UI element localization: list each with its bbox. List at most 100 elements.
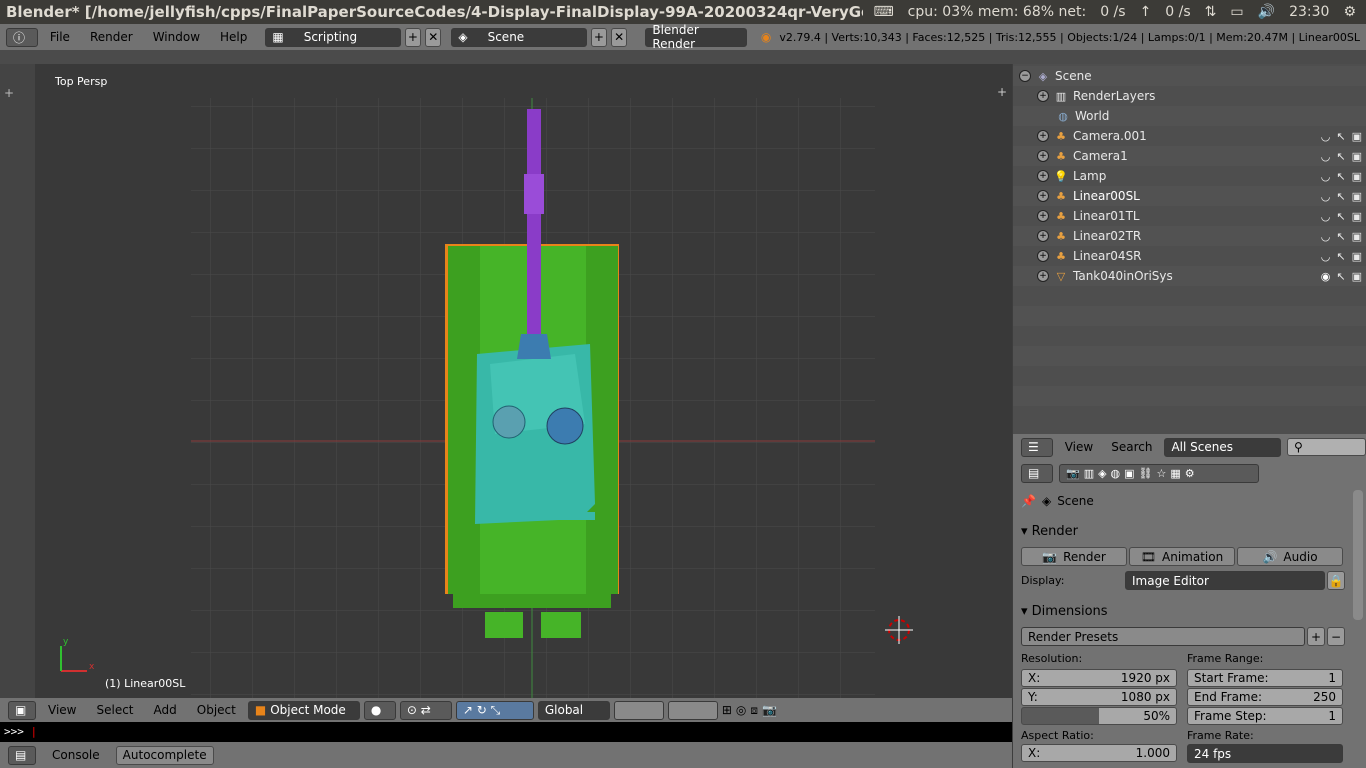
- add-preset-button[interactable]: +: [1307, 627, 1325, 646]
- outliner-item-linear00sl[interactable]: + ♣ Linear00SL ◡ ↖ ▣: [1013, 186, 1366, 206]
- render-icon[interactable]: ▣: [1352, 230, 1362, 243]
- snap-icon[interactable]: ⧈: [750, 703, 758, 718]
- layer-grid-1[interactable]: [613, 700, 664, 720]
- outliner-search-input[interactable]: ⚲: [1286, 438, 1366, 456]
- frame-rate-select[interactable]: 24 fps: [1187, 744, 1343, 763]
- shading-select[interactable]: ●: [363, 700, 396, 720]
- eye-icon[interactable]: ◡: [1321, 210, 1331, 223]
- render-icon[interactable]: ▣: [1352, 170, 1362, 183]
- power-icon[interactable]: ⚙: [1343, 0, 1356, 24]
- expand-icon[interactable]: +: [1037, 210, 1049, 222]
- orientation-select[interactable]: Global: [537, 700, 610, 720]
- render-presets-select[interactable]: Render Presets: [1021, 627, 1305, 646]
- render-icon[interactable]: ▣: [1352, 210, 1362, 223]
- scene-select[interactable]: ◈ Scene: [451, 27, 587, 47]
- volume-icon[interactable]: 🔊: [1258, 0, 1275, 24]
- eye-icon[interactable]: ◡: [1321, 250, 1331, 263]
- python-console[interactable]: >>> |: [0, 722, 1012, 742]
- manipulator-widgets[interactable]: ↗ ↻ ⤡: [455, 700, 534, 720]
- autocomplete-button[interactable]: Autocomplete: [115, 745, 214, 765]
- end-frame-field[interactable]: End Frame: 250: [1187, 688, 1343, 706]
- 3d-viewport[interactable]: x y Top Persp (1) Linear00SL +: [0, 64, 1012, 698]
- aspect-x-field[interactable]: X: 1.000: [1021, 744, 1177, 762]
- properties-scrollbar[interactable]: [1353, 490, 1363, 620]
- expand-icon[interactable]: +: [1037, 150, 1049, 162]
- outliner-item-camera1[interactable]: + ♣ Camera1 ◡ ↖ ▣: [1013, 146, 1366, 166]
- layer-grid-2[interactable]: [667, 700, 718, 720]
- expand-icon[interactable]: +: [1037, 230, 1049, 242]
- cursor-icon[interactable]: ↖: [1336, 210, 1345, 223]
- toolshelf-toggle-icon[interactable]: +: [4, 86, 14, 100]
- menu-outliner-view[interactable]: View: [1059, 440, 1099, 454]
- properties-context-tabs[interactable]: 📷▥◈◍▣⛓☆▦⚙: [1059, 463, 1259, 483]
- render-engine-select[interactable]: Blender Render: [645, 23, 747, 51]
- outliner-item-camera001[interactable]: + ♣ Camera.001 ◡ ↖ ▣: [1013, 126, 1366, 146]
- outliner-item-lamp[interactable]: + 💡 Lamp ◡ ↖ ▣: [1013, 166, 1366, 186]
- start-frame-field[interactable]: Start Frame: 1: [1187, 669, 1343, 687]
- outliner-display-mode[interactable]: All Scenes: [1164, 437, 1281, 457]
- menu-view[interactable]: View: [40, 703, 84, 717]
- outliner-item-linear04sr[interactable]: + ♣ Linear04SR ◡ ↖ ▣: [1013, 246, 1366, 266]
- add-layout-button[interactable]: +: [404, 27, 422, 47]
- expand-icon[interactable]: +: [1037, 270, 1049, 282]
- expand-icon[interactable]: +: [1037, 90, 1049, 102]
- render-icon[interactable]: ▣: [1352, 130, 1362, 143]
- menu-render[interactable]: Render: [82, 30, 141, 44]
- render-icon[interactable]: ▣: [1352, 190, 1362, 203]
- expand-icon[interactable]: +: [1037, 190, 1049, 202]
- render-panel-title[interactable]: ▾ Render: [1021, 524, 1347, 539]
- menu-object[interactable]: Object: [189, 703, 244, 717]
- render-button[interactable]: 📷 Render: [1021, 547, 1127, 566]
- render-icon[interactable]: ▣: [1352, 270, 1362, 283]
- eye-icon[interactable]: ◡: [1321, 130, 1331, 143]
- outliner-item-scene[interactable]: − ◈ Scene: [1013, 66, 1366, 86]
- menu-help[interactable]: Help: [212, 30, 255, 44]
- menu-select[interactable]: Select: [88, 703, 141, 717]
- screen-layout-select[interactable]: ▦ Scripting: [265, 27, 401, 47]
- cursor-icon[interactable]: ↖: [1336, 230, 1345, 243]
- expand-icon[interactable]: +: [1037, 130, 1049, 142]
- outliner[interactable]: − ◈ Scene + ▥ RenderLayers ◍ World + ♣ Camera.0…: [1013, 64, 1366, 434]
- collapse-icon[interactable]: −: [1019, 70, 1031, 82]
- cursor-icon[interactable]: ↖: [1336, 170, 1345, 183]
- lock-icon[interactable]: ⊞: [722, 703, 732, 717]
- battery-icon[interactable]: ▭: [1230, 0, 1243, 24]
- 3d-cursor[interactable]: [885, 616, 913, 644]
- menu-window[interactable]: Window: [145, 30, 208, 44]
- outliner-item-renderlayers[interactable]: + ▥ RenderLayers: [1013, 86, 1366, 106]
- eye-icon[interactable]: ◡: [1321, 190, 1331, 203]
- expand-icon[interactable]: +: [1037, 250, 1049, 262]
- menu-add[interactable]: Add: [146, 703, 185, 717]
- eye-icon[interactable]: ◡: [1321, 150, 1331, 163]
- clock[interactable]: 23:30: [1289, 0, 1329, 24]
- render-icon[interactable]: ▣: [1352, 250, 1362, 263]
- outliner-item-linear02tr[interactable]: + ♣ Linear02TR ◡ ↖ ▣: [1013, 226, 1366, 246]
- pivot-select[interactable]: ⊙ ⇄: [399, 700, 452, 720]
- cursor-icon[interactable]: ↖: [1336, 130, 1345, 143]
- lock-interface-icon[interactable]: 🔒: [1327, 571, 1345, 590]
- dimensions-panel-title[interactable]: ▾ Dimensions: [1021, 604, 1347, 619]
- menu-outliner-search[interactable]: Search: [1105, 440, 1158, 454]
- eye-icon[interactable]: ◡: [1321, 170, 1331, 183]
- display-select[interactable]: Image Editor: [1125, 571, 1325, 590]
- audio-button[interactable]: 🔊 Audio: [1237, 547, 1343, 566]
- keyboard-icon[interactable]: ⌨: [873, 0, 893, 24]
- properties-editor-type[interactable]: ▤: [1021, 463, 1053, 483]
- cursor-icon[interactable]: ↖: [1336, 190, 1345, 203]
- resolution-y-field[interactable]: Y: 1080 px: [1021, 688, 1177, 706]
- remove-preset-button[interactable]: −: [1327, 627, 1345, 646]
- properties-toggle-icon[interactable]: +: [997, 85, 1007, 99]
- menu-file[interactable]: File: [42, 30, 78, 44]
- render-preview-icon[interactable]: 📷: [762, 703, 777, 717]
- viewport-canvas[interactable]: x y Top Persp (1) Linear00SL +: [35, 64, 1012, 698]
- transfer-icon[interactable]: ⇅: [1205, 0, 1217, 24]
- proportional-icon[interactable]: ◎: [736, 703, 746, 717]
- tab-console[interactable]: Console: [44, 748, 108, 762]
- mode-select[interactable]: ■ Object Mode: [247, 700, 360, 720]
- remove-layout-button[interactable]: ✕: [425, 27, 442, 47]
- render-icon[interactable]: ▣: [1352, 150, 1362, 163]
- cursor-icon[interactable]: ↖: [1336, 250, 1345, 263]
- outliner-item-tank[interactable]: + ▽ Tank040inOriSys ◉ ↖ ▣: [1013, 266, 1366, 286]
- viewport-editor-type[interactable]: ▣: [8, 700, 36, 720]
- outliner-item-linear01tl[interactable]: + ♣ Linear01TL ◡ ↖ ▣: [1013, 206, 1366, 226]
